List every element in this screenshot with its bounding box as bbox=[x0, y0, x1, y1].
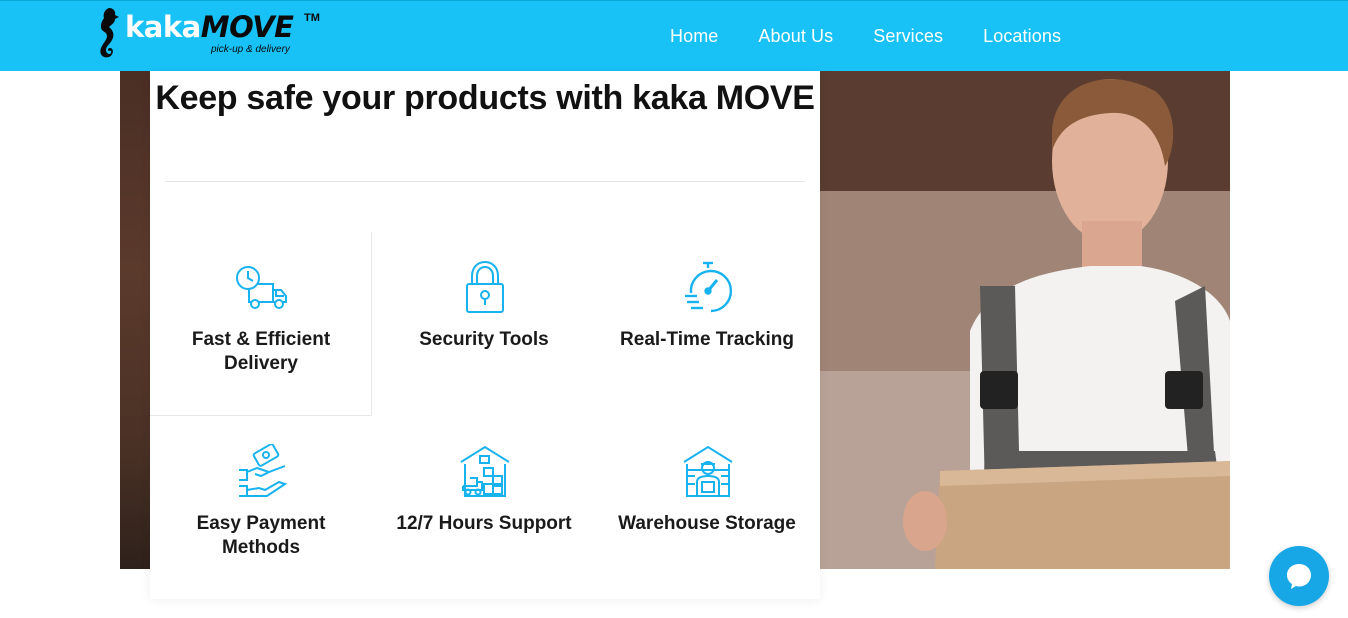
stopwatch-icon bbox=[685, 261, 733, 313]
brand-logo[interactable]: kakaMOVE TM pick-up & delivery bbox=[95, 6, 325, 62]
padlock-icon bbox=[466, 260, 504, 313]
feature-label: Warehouse Storage bbox=[618, 513, 796, 534]
chat-widget-button[interactable] bbox=[1269, 546, 1329, 606]
feature-warehouse-storage[interactable]: Warehouse Storage bbox=[596, 416, 818, 600]
feature-label: 12/7 Hours Support bbox=[396, 513, 572, 534]
feature-easy-payment[interactable]: Easy Payment Methods bbox=[150, 416, 372, 600]
nav-services[interactable]: Services bbox=[853, 1, 963, 72]
site-header: kakaMOVE TM pick-up & delivery Home Abou… bbox=[0, 0, 1348, 71]
feature-real-time-tracking[interactable]: Real-Time Tracking bbox=[596, 232, 818, 416]
main-nav: Home About Us Services Locations bbox=[650, 1, 1081, 72]
delivery-worker-photo bbox=[820, 71, 1230, 569]
hero-background-image bbox=[120, 71, 150, 569]
hero-title: Keep safe your products with kaka MOVE bbox=[155, 79, 815, 117]
divider bbox=[165, 181, 805, 182]
chat-bubble-icon bbox=[1287, 564, 1311, 589]
feature-fast-delivery[interactable]: Fast & Efficient Delivery bbox=[150, 232, 372, 416]
features-card: Keep safe your products with kaka MOVE F… bbox=[150, 71, 820, 599]
feature-label: Real-Time Tracking bbox=[620, 329, 794, 350]
trademark-mark: TM bbox=[304, 12, 320, 24]
nav-about-us[interactable]: About Us bbox=[738, 1, 853, 72]
seahorse-icon bbox=[100, 8, 119, 58]
warehouse-boxes-icon bbox=[460, 445, 510, 497]
warehouse-worker-icon bbox=[683, 445, 733, 497]
feature-label: Easy Payment Methods bbox=[196, 513, 326, 558]
feature-support-hours[interactable]: 12/7 Hours Support bbox=[373, 416, 595, 600]
feature-label: Fast & Efficient Delivery bbox=[191, 329, 331, 374]
brand-tagline: pick-up & delivery bbox=[211, 44, 290, 55]
nav-home[interactable]: Home bbox=[650, 1, 738, 72]
nav-locations[interactable]: Locations bbox=[963, 1, 1081, 72]
feature-security-tools[interactable]: Security Tools bbox=[373, 232, 595, 416]
feature-label: Security Tools bbox=[419, 329, 549, 350]
brand-wordmark: kakaMOVE bbox=[125, 10, 294, 44]
delivery-truck-clock-icon bbox=[236, 266, 287, 309]
hand-money-icon bbox=[239, 444, 288, 497]
